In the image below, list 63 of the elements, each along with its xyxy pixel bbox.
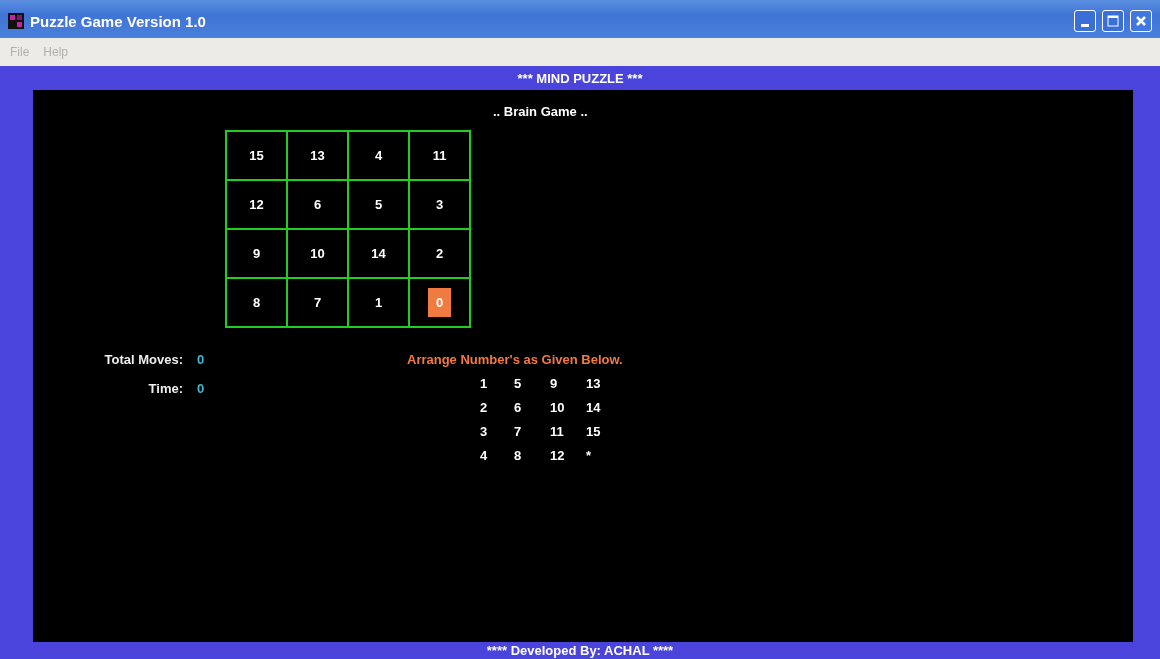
tile-number: 1 — [374, 295, 383, 310]
goal-number: 14 — [586, 399, 601, 415]
tile-number: 0 — [427, 288, 452, 317]
tile-number: 10 — [310, 246, 325, 261]
board-cell[interactable]: 14 — [348, 229, 409, 278]
stat-value: 0 — [197, 381, 206, 396]
tile-number: 2 — [435, 246, 444, 261]
tile-number: 7 — [313, 295, 322, 310]
tile-number: 6 — [313, 197, 322, 212]
board-cell[interactable]: 5 — [348, 180, 409, 229]
close-icon — [1135, 15, 1147, 27]
tile-number: 5 — [374, 197, 383, 212]
header-title: *** MIND PUZZLE *** — [517, 70, 643, 86]
goal-number: 6 — [514, 399, 522, 415]
board-cell[interactable]: 15 — [226, 131, 287, 180]
goal-number: 10 — [550, 399, 565, 415]
board-cell[interactable]: 4 — [348, 131, 409, 180]
tile-number: 13 — [310, 148, 325, 163]
tile-number: 14 — [371, 246, 386, 261]
board-cell[interactable]: 6 — [287, 180, 348, 229]
close-button[interactable] — [1130, 10, 1152, 32]
window-title: Puzzle Game Version 1.0 — [30, 12, 207, 30]
minimize-icon — [1081, 23, 1089, 27]
tile-number: 12 — [249, 197, 264, 212]
stat-value: 0 — [197, 352, 206, 367]
goal-number: 12 — [550, 447, 565, 463]
board-cell[interactable]: 8 — [226, 278, 287, 327]
goal-number: 2 — [480, 399, 488, 415]
board-cell[interactable]: 9 — [226, 229, 287, 278]
goal-number: 4 — [480, 447, 488, 463]
goal-number: * — [586, 447, 592, 463]
board-cell[interactable]: 2 — [409, 229, 470, 278]
goal-number: 3 — [480, 423, 488, 439]
tile-number: 3 — [435, 197, 444, 212]
goal-number: 5 — [514, 375, 522, 391]
board-cell[interactable]: 12 — [226, 180, 287, 229]
tile-number: 9 — [252, 246, 261, 261]
goal-instruction: Arrange Number's as Given Below. — [407, 352, 623, 367]
footer-credit: **** Developed By: ACHAL **** — [486, 643, 674, 658]
stat-label: Time: — [147, 381, 183, 396]
tile-number: 8 — [252, 295, 261, 310]
minimize-button[interactable] — [1074, 10, 1096, 32]
goal-number: 7 — [514, 423, 522, 439]
board-cell[interactable]: 13 — [287, 131, 348, 180]
board-cell[interactable]: 1 — [348, 278, 409, 327]
tile-number: 4 — [374, 148, 383, 163]
goal-number: 11 — [550, 423, 564, 439]
board-cell[interactable]: 3 — [409, 180, 470, 229]
goal-number: 13 — [586, 375, 601, 391]
stat-label: Total Moves: — [103, 352, 183, 367]
maximize-icon — [1107, 15, 1119, 27]
goal-number: 9 — [550, 375, 558, 391]
board-cell[interactable]: 10 — [287, 229, 348, 278]
app-icon — [8, 13, 24, 29]
game-subtitle: .. Brain Game .. — [493, 104, 588, 119]
goal-number: 8 — [514, 447, 522, 463]
goal-number: 15 — [586, 423, 601, 439]
tile-number: 15 — [249, 148, 264, 163]
maximize-button[interactable] — [1102, 10, 1124, 32]
goal-number: 1 — [480, 375, 488, 391]
tile-number: 11 — [432, 148, 447, 163]
board-cell[interactable]: 11 — [409, 131, 470, 180]
board-cell[interactable]: 7 — [287, 278, 348, 327]
